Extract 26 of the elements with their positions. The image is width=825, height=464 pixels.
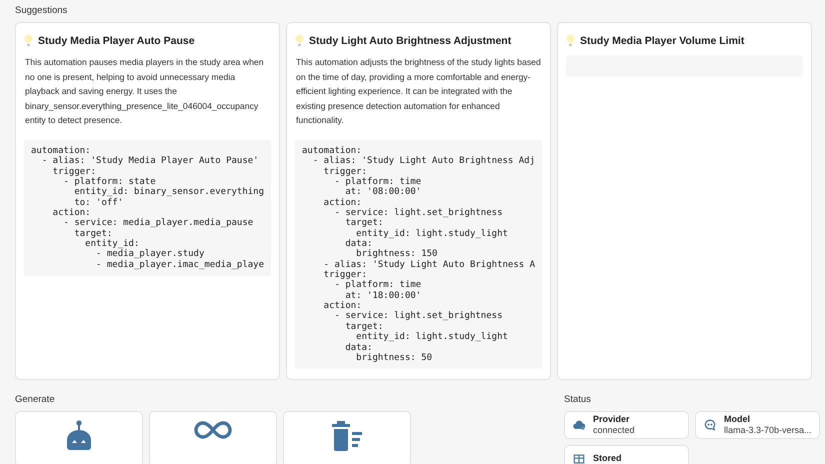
card-description: This automation pauses media players in the study area when no one is present, helping to avoid unnecessary media playback and saving energy. It uses the binary_sensor.everything_presence_lite_046004_occupancy entity to detect presence. <box>24 56 265 128</box>
status-label: Provider <box>593 414 631 425</box>
clear-list-icon <box>330 420 364 452</box>
storage-icon <box>573 453 585 464</box>
lightbulb-icon <box>24 34 33 47</box>
status-label: Stored <box>593 453 622 464</box>
card-title: Study Media Player Volume Limit <box>580 34 744 46</box>
card-title: Study Light Auto Brightness Adjustment <box>309 34 512 46</box>
card-description: This automation adjusts the brightness of the study lights based on the time of day, providing a more comfortable and energy-efficient lighting experience. It can be integrated with the existing presence detection automation for enhanced functionality. <box>295 56 542 128</box>
section-heading: Generate <box>15 394 56 405</box>
status-label: Model <box>724 414 751 425</box>
lightbulb-icon <box>566 34 575 47</box>
code-block: automation: - alias: 'Study Media Player Auto Pause' trigger: - platform: state entity_id: binary_sensor.everything to: 'off' action: - service: media_player.media_pause target: entity_id: - media_player.study - media_player.imac_media_playe <box>24 140 271 276</box>
status-value: connected <box>593 425 635 436</box>
robot-icon <box>64 420 94 452</box>
action-button[interactable] <box>283 411 411 464</box>
action-button[interactable] <box>149 411 277 464</box>
section-heading: Suggestions <box>15 5 68 16</box>
card-title: Study Media Player Auto Pause <box>38 34 195 46</box>
section-heading: Status <box>564 394 592 405</box>
cloud-icon <box>573 419 585 431</box>
infinity-icon <box>193 420 233 440</box>
code-block: automation: - alias: 'Study Light Auto Brightness Adj trigger: - platform: time at: '08:00:00' action: - service: light.set_brightness target: entity_id: light.study_light data: brightness: 150 - alias: 'Study Light Auto Brightness A trigger: - platform: time at: '18:00:00' action: - service: light.set_brightness target: entity_id: light.study_light data: brightness: 50 <box>295 140 542 370</box>
lightbulb-icon <box>295 34 304 47</box>
status-value: llama-3.3-70b-versa... <box>724 425 812 436</box>
action-button[interactable] <box>15 411 143 464</box>
